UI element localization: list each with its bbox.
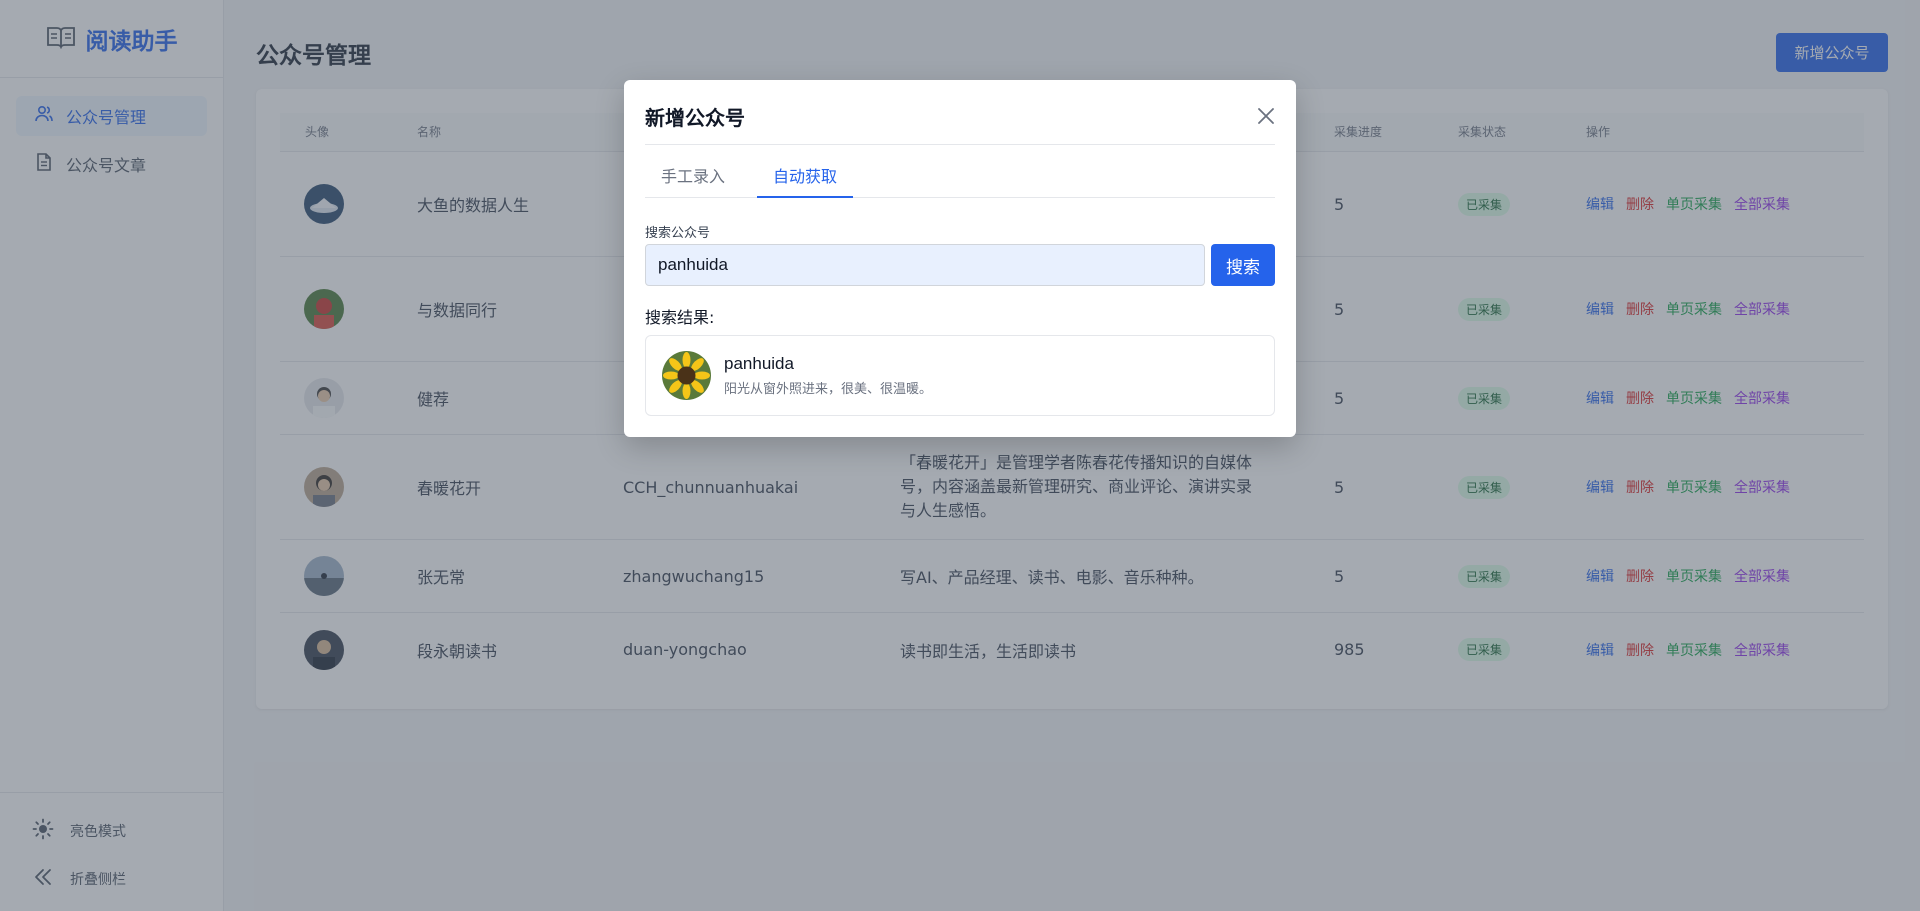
search-result-item[interactable]: panhuida 阳光从窗外照进来，很美、很温暖。 [645, 335, 1275, 416]
tab-auto-fetch[interactable]: 自动获取 [757, 160, 854, 198]
close-button[interactable] [1254, 104, 1278, 128]
search-button[interactable]: 搜索 [1211, 244, 1275, 286]
result-description: 阳光从窗外照进来，很美、很温暖。 [724, 382, 933, 397]
avatar [662, 351, 711, 400]
modal-divider [645, 144, 1275, 145]
search-input[interactable] [645, 244, 1205, 286]
search-results-label: 搜索结果: [645, 308, 715, 327]
modal-title: 新增公众号 [645, 106, 745, 130]
close-icon [1254, 108, 1278, 132]
modal-tabs: 手工录入 自动获取 [645, 160, 1275, 198]
search-field-label: 搜索公众号 [645, 226, 711, 241]
add-account-modal: 新增公众号 手工录入 自动获取 搜索公众号 搜索 搜索结果: panhuida … [624, 80, 1296, 437]
result-name: panhuida [724, 354, 794, 373]
tab-manual-entry[interactable]: 手工录入 [645, 160, 741, 198]
